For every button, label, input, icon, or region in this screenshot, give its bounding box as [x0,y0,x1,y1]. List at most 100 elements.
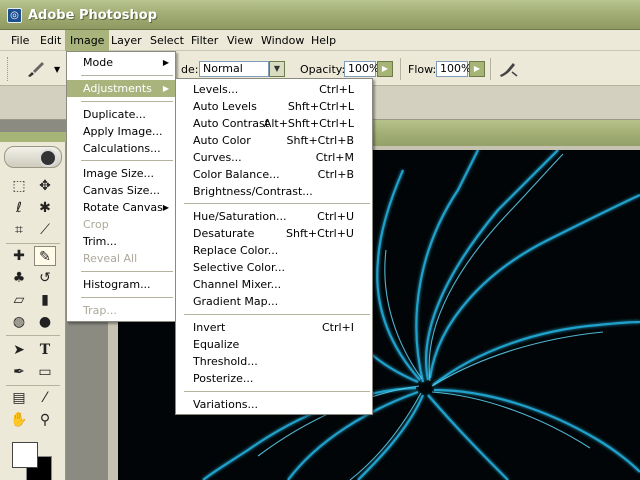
menu-item-apply-image[interactable]: Apply Image... [67,123,175,140]
menu-item-label: Levels... [193,83,239,96]
brush-icon [28,62,44,77]
menu-item-calculations[interactable]: Calculations... [67,140,175,157]
menu-item-label: Threshold... [193,355,258,368]
menu-item-label: Mode [83,56,113,69]
menu-image[interactable]: Image [65,30,110,51]
menu-window[interactable]: Window [256,30,309,51]
chevron-down-icon[interactable]: ▼ [269,61,285,77]
opacity-label: Opacity: [300,63,346,76]
menu-item-threshold[interactable]: Threshold... [176,353,372,370]
menu-item-label: Adjustments [83,82,152,95]
eraser-tool[interactable]: ▱ [8,290,30,310]
menu-item-label: Auto Levels [193,100,257,113]
pen-tool[interactable]: ✒ [8,362,30,382]
menu-file[interactable]: File [6,30,34,51]
shortcut-label: Ctrl+B [317,168,354,181]
eyedropper-tool[interactable]: ⁄ [34,388,56,408]
menu-item-equalize[interactable]: Equalize [176,336,372,353]
toolbox: ⬚ ✥ ℓ ✱ ⌗ ⟋ ✚ ✎ ♣ ↺ ▱ ▮ ◍ ● ➤ T ✒ ▭ ▤ ⁄ … [0,132,66,480]
menu-item-color-balance[interactable]: Color Balance... Ctrl+B [176,166,372,183]
brush-tool[interactable]: ✎ [34,246,56,266]
image-menu-dropdown: Mode ▶ Adjustments ▶ Duplicate... Apply … [66,51,176,322]
move-tool[interactable]: ✥ [34,176,56,196]
airbrush-toggle[interactable] [497,59,519,79]
menu-view[interactable]: View [222,30,258,51]
dodge-tool[interactable]: ● [34,312,56,332]
menu-help[interactable]: Help [306,30,341,51]
blend-mode-select[interactable]: Normal [199,61,269,77]
blur-tool[interactable]: ◍ [8,312,30,332]
path-selection-tool[interactable]: ➤ [8,340,30,360]
menu-item-label: Variations... [193,398,259,411]
shape-tool[interactable]: ▭ [34,362,56,382]
menu-item-invert[interactable]: Invert Ctrl+I [176,319,372,336]
menu-item-auto-color[interactable]: Auto Color Shft+Ctrl+B [176,132,372,149]
menu-item-histogram[interactable]: Histogram... [67,276,175,293]
menu-item-adjustments[interactable]: Adjustments ▶ [67,80,175,97]
menu-item-reveal-all: Reveal All [83,252,138,265]
menu-item-label: Curves... [193,151,242,164]
photoshop-logo[interactable] [4,146,62,168]
clone-stamp-tool[interactable]: ♣ [8,268,30,288]
menu-item-posterize[interactable]: Posterize... [176,370,372,387]
divider [184,391,370,392]
notes-tool[interactable]: ▤ [8,388,30,408]
menu-item-duplicate[interactable]: Duplicate... [67,106,175,123]
menu-item-channel-mixer[interactable]: Channel Mixer... [176,276,372,293]
divider [81,101,173,102]
divider [184,203,370,204]
gradient-tool[interactable]: ▮ [34,290,56,310]
opacity-slider-arrow-icon[interactable]: ▶ [377,61,393,77]
menu-item-label: Channel Mixer... [193,278,282,291]
type-tool[interactable]: T [34,340,56,360]
marquee-tool[interactable]: ⬚ [8,176,30,196]
brush-preset-picker[interactable]: ▼ [24,59,60,79]
shortcut-label: Alt+Shft+Ctrl+L [263,117,354,130]
menu-item-label: Color Balance... [193,168,280,181]
slice-tool[interactable]: ⟋ [34,220,56,240]
divider [81,75,173,76]
healing-brush-tool[interactable]: ✚ [8,246,30,266]
toolbox-title-bar[interactable] [0,132,66,142]
menu-item-curves[interactable]: Curves... Ctrl+M [176,149,372,166]
flow-label: Flow: [408,63,437,76]
crop-tool[interactable]: ⌗ [8,220,30,240]
menu-item-auto-contrast[interactable]: Auto Contrast Alt+Shft+Ctrl+L [176,115,372,132]
menu-item-brightness-contrast[interactable]: Brightness/Contrast... [176,183,372,200]
history-brush-tool[interactable]: ↺ [34,268,56,288]
menu-item-image-size[interactable]: Image Size... [67,165,175,182]
hand-tool[interactable]: ✋ [8,410,30,430]
menu-item-desaturate[interactable]: Desaturate Shft+Ctrl+U [176,225,372,242]
menu-item-rotate-canvas[interactable]: Rotate Canvas ▶ [67,199,175,216]
menu-item-variations[interactable]: Variations... [176,396,372,413]
menu-item-levels[interactable]: Levels... Ctrl+L [176,81,372,98]
menu-item-gradient-map[interactable]: Gradient Map... [176,293,372,310]
shortcut-label: Ctrl+L [319,83,354,96]
menu-item-trim[interactable]: Trim... [67,233,175,250]
flow-input[interactable]: 100% [436,61,471,77]
menu-item-mode[interactable]: Mode ▶ [67,54,175,71]
menu-item-replace-color[interactable]: Replace Color... [176,242,372,259]
lasso-tool[interactable]: ℓ [8,198,30,218]
submenu-arrow-icon: ▶ [162,84,169,93]
shortcut-label: Shft+Ctrl+U [285,227,354,240]
flow-slider-arrow-icon[interactable]: ▶ [469,61,485,77]
opacity-input[interactable]: 100% [344,61,379,77]
menu-layer[interactable]: Layer [106,30,147,51]
menu-item-selective-color[interactable]: Selective Color... [176,259,372,276]
menu-item-canvas-size[interactable]: Canvas Size... [67,182,175,199]
divider [400,58,401,80]
zoom-tool[interactable]: ⚲ [34,410,56,430]
photoshop-app-icon[interactable]: ◎ [7,8,22,23]
menu-edit[interactable]: Edit [35,30,66,51]
menu-filter[interactable]: Filter [186,30,223,51]
menu-item-label: Auto Contrast [193,117,270,130]
divider [6,243,60,244]
options-grip[interactable] [7,57,10,81]
menu-item-auto-levels[interactable]: Auto Levels Shft+Ctrl+L [176,98,372,115]
divider [184,314,370,315]
magic-wand-tool[interactable]: ✱ [34,198,56,218]
foreground-color-swatch[interactable] [12,442,38,468]
menu-item-hue-saturation[interactable]: Hue/Saturation... Ctrl+U [176,208,372,225]
menu-select[interactable]: Select [145,30,189,51]
